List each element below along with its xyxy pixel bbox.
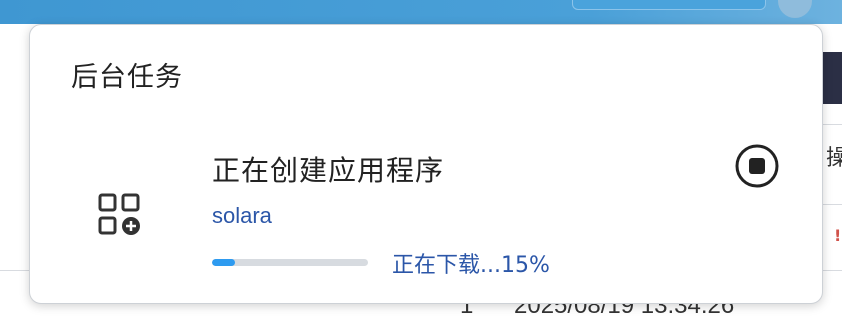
table-divider [820, 124, 842, 125]
task-app-name: solara [212, 203, 272, 228]
progress-bar-fill [212, 259, 236, 266]
progress-status: 正在下载...15% [392, 253, 550, 278]
avatar[interactable] [778, 0, 812, 18]
status-warning: ! [834, 226, 842, 245]
table-toolbar [820, 52, 842, 104]
background-tasks-panel: 后台任务 正在创建应用程序 solara 正在下载...15% [29, 24, 823, 304]
progress-bar [212, 259, 368, 266]
stop-square [749, 158, 765, 174]
panel-title: 后台任务 [71, 62, 183, 93]
app-header [0, 0, 842, 24]
task-title: 正在创建应用程序 [212, 154, 445, 187]
table-divider [820, 204, 842, 205]
header-button[interactable] [572, 0, 766, 10]
apps-add-icon [98, 193, 140, 235]
operation-column-header: 操 [826, 146, 842, 171]
stop-task-button[interactable] [734, 143, 780, 189]
